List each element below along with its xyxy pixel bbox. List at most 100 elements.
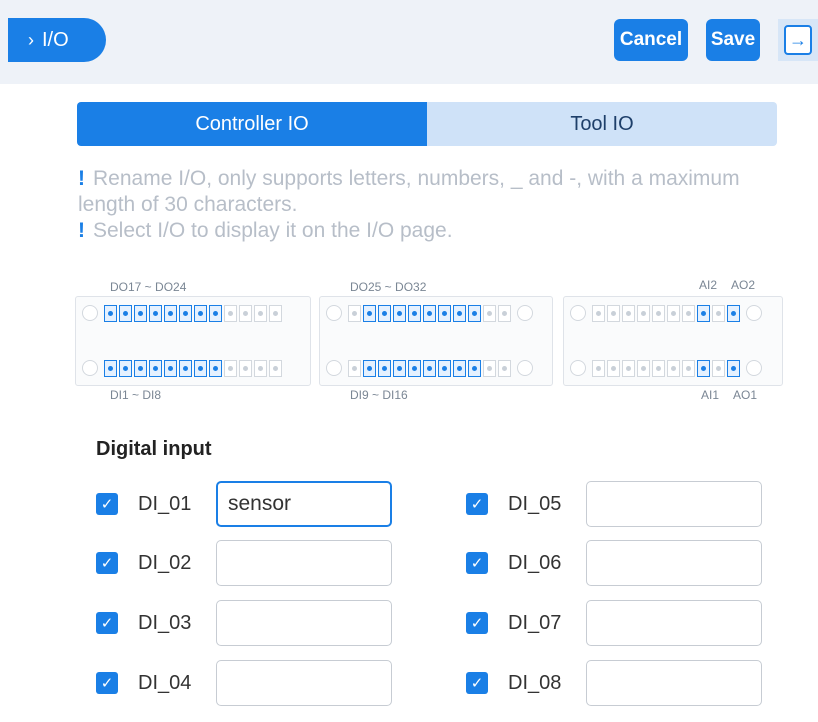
terminal-pin — [224, 359, 237, 377]
chevron-right-icon: › — [28, 29, 34, 50]
save-button[interactable]: Save — [706, 19, 760, 61]
name-input-di04[interactable] — [216, 660, 392, 706]
name-input-di01[interactable] — [216, 481, 392, 527]
terminal-pin — [164, 304, 177, 322]
io-row-di08: ✓ DI_08 — [466, 660, 762, 706]
note-select: ! Select I/O to display it on the I/O pag… — [78, 219, 453, 242]
top-bar: › I/O Cancel Save → — [0, 0, 818, 84]
terminal-pin — [652, 304, 665, 322]
terminal-pin — [134, 304, 147, 322]
terminal-pin — [179, 359, 192, 377]
terminal-pin — [269, 359, 282, 377]
terminal-pin — [363, 304, 376, 322]
label-di9-16: DI9 ~ DI16 — [350, 388, 408, 402]
breadcrumb-io[interactable]: › I/O — [8, 18, 106, 62]
io-row-di07: ✓ DI_07 — [466, 600, 762, 646]
io-row-di06: ✓ DI_06 — [466, 540, 762, 586]
terminal-pin-row — [82, 302, 304, 324]
terminal-pin — [149, 304, 162, 322]
terminal-pin — [194, 359, 207, 377]
terminal-pin — [727, 304, 740, 322]
terminal-pin — [194, 304, 207, 322]
breadcrumb-label: I/O — [42, 28, 69, 51]
terminal-pin — [667, 304, 680, 322]
terminal-pin — [134, 359, 147, 377]
io-row-di04: ✓ DI_04 — [96, 660, 392, 706]
terminal-pin — [239, 304, 252, 322]
mount-hole — [326, 305, 342, 321]
name-input-di03[interactable] — [216, 600, 392, 646]
tab-controller-io[interactable]: Controller IO — [77, 102, 427, 146]
name-input-di07[interactable] — [586, 600, 762, 646]
exclamation-icon: ! — [78, 219, 85, 242]
note-rename: ! Rename I/O, only supports letters, numb… — [78, 167, 740, 216]
name-input-di02[interactable] — [216, 540, 392, 586]
io-row-di03: ✓ DI_03 — [96, 600, 392, 646]
mount-hole — [326, 360, 342, 376]
terminal-block-1 — [75, 296, 311, 386]
terminal-pin — [209, 304, 222, 322]
terminal-pin — [682, 359, 695, 377]
checkbox-di02[interactable]: ✓ — [96, 552, 118, 574]
checkbox-di03[interactable]: ✓ — [96, 612, 118, 634]
label-ai1: AI1 — [701, 388, 720, 402]
checkbox-di08[interactable]: ✓ — [466, 672, 488, 694]
label-ai2: AI2 — [699, 278, 718, 292]
terminal-pin — [622, 304, 635, 322]
io-label-di07: DI_07 — [508, 611, 562, 634]
terminal-pin — [483, 304, 496, 322]
terminal-pin — [104, 304, 117, 322]
terminal-pin-row — [82, 357, 304, 379]
terminal-pin — [438, 304, 451, 322]
mount-hole — [517, 360, 533, 376]
terminal-pin — [637, 359, 650, 377]
terminal-pin-row — [570, 357, 776, 379]
mount-hole — [570, 305, 586, 321]
terminal-pin — [727, 359, 740, 377]
terminal-pin — [423, 304, 436, 322]
mount-hole — [570, 360, 586, 376]
terminal-pin — [348, 359, 361, 377]
terminal-pin — [408, 359, 421, 377]
terminal-pin — [104, 359, 117, 377]
terminal-pin — [209, 359, 222, 377]
tab-tool-io[interactable]: Tool IO — [427, 102, 777, 146]
terminal-pin — [712, 304, 725, 322]
terminal-pin — [254, 359, 267, 377]
terminal-pin — [652, 359, 665, 377]
digital-input-title: Digital input — [96, 438, 212, 460]
checkbox-di07[interactable]: ✓ — [466, 612, 488, 634]
checkbox-di01[interactable]: ✓ — [96, 493, 118, 515]
name-input-di05[interactable] — [586, 481, 762, 527]
io-label-di04: DI_04 — [138, 671, 192, 694]
terminal-pin — [119, 359, 132, 377]
checkbox-di06[interactable]: ✓ — [466, 552, 488, 574]
checkbox-di04[interactable]: ✓ — [96, 672, 118, 694]
terminal-pin — [408, 304, 421, 322]
exit-button[interactable]: → — [778, 19, 818, 61]
terminal-block-3 — [563, 296, 783, 386]
terminal-pin — [438, 359, 451, 377]
name-input-di06[interactable] — [586, 540, 762, 586]
label-ao2: AO2 — [731, 278, 756, 292]
cancel-button[interactable]: Cancel — [614, 19, 688, 61]
terminal-pin — [592, 304, 605, 322]
name-input-di08[interactable] — [586, 660, 762, 706]
terminal-pin — [592, 359, 605, 377]
terminal-pin — [149, 359, 162, 377]
io-label-di03: DI_03 — [138, 611, 192, 634]
terminal-pin — [269, 304, 282, 322]
checkbox-di05[interactable]: ✓ — [466, 493, 488, 515]
rename-notes: ! Rename I/O, only supports letters, numb… — [78, 166, 778, 244]
terminal-pin — [453, 359, 466, 377]
terminal-pin — [468, 304, 481, 322]
label-di1-8: DI1 ~ DI8 — [110, 388, 162, 402]
label-do25-32: DO25 ~ DO32 — [350, 280, 427, 294]
io-label-di02: DI_02 — [138, 551, 192, 574]
mount-hole — [517, 305, 533, 321]
io-label-di06: DI_06 — [508, 551, 562, 574]
mount-hole — [82, 305, 98, 321]
terminal-pin-row — [570, 302, 776, 324]
terminal-pin — [697, 359, 710, 377]
exclamation-icon: ! — [78, 167, 85, 190]
